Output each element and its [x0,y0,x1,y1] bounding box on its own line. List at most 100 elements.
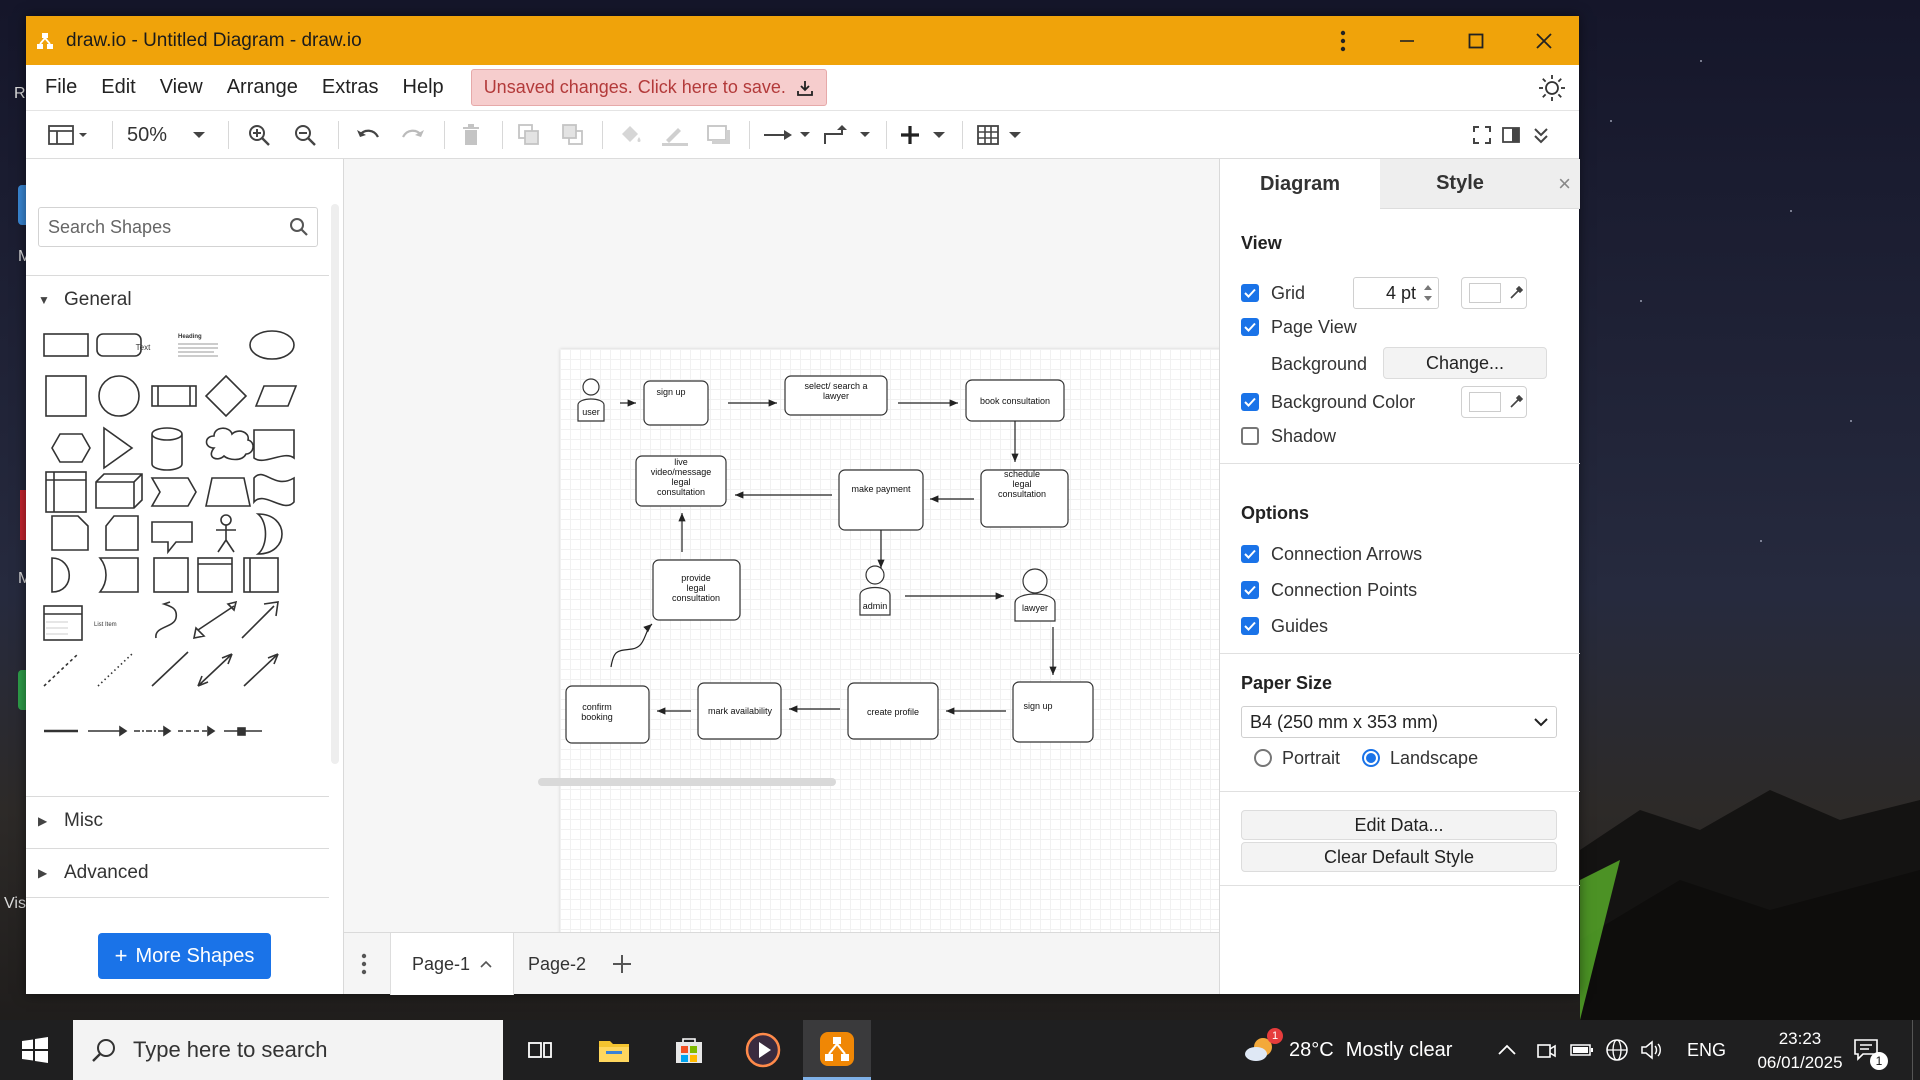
fill-color-button[interactable] [614,111,648,159]
clear-default-style-button[interactable]: Clear Default Style [1241,842,1557,872]
table-button[interactable] [974,111,1028,159]
section-advanced[interactable]: ▶ Advanced [26,848,329,896]
unsaved-changes-button[interactable]: Unsaved changes. Click here to save. [470,69,827,106]
page-view-checkbox[interactable]: Page View [1241,315,1357,339]
node-label: lawyer [823,391,849,401]
volume-control[interactable] [1640,1020,1664,1080]
node-sign-up-bottom[interactable] [1012,681,1094,743]
general-shapes-palette[interactable]: Text Heading List Item [38,326,318,766]
taskbar-search-box[interactable]: Type here to search [73,1020,503,1080]
guides-checkbox[interactable]: Guides [1241,614,1328,638]
drawio-taskbar-app[interactable] [803,1020,871,1080]
node-label: consultation [657,487,705,497]
spinner-icon[interactable] [1422,282,1434,304]
paper-size-select[interactable]: B4 (250 mm x 353 mm) [1241,706,1557,738]
add-page-button[interactable] [602,933,642,995]
diagram-page[interactable]: user sign up select/ search a lawyer boo… [560,349,1237,932]
redo-button[interactable] [396,111,430,159]
grid-size-input[interactable]: 4 pt [1353,277,1439,309]
line-color-button[interactable] [658,111,692,159]
grid-label: Grid [1271,282,1306,303]
menu-extras[interactable]: Extras [322,76,379,99]
edit-data-button[interactable]: Edit Data... [1241,810,1557,840]
network-indicator[interactable] [1605,1020,1629,1080]
flowchart-diagram[interactable]: user sign up select/ search a lawyer boo… [560,349,1237,932]
portrait-radio[interactable]: Portrait [1254,746,1340,770]
close-button[interactable] [1514,16,1574,65]
shadow-button[interactable] [702,111,736,159]
media-player-app[interactable] [729,1020,797,1080]
insert-button[interactable] [896,111,950,159]
landscape-radio[interactable]: Landscape [1362,746,1478,770]
tab-diagram[interactable]: Diagram [1220,159,1380,209]
format-panel-toggle-button[interactable] [1496,111,1526,159]
more-shapes-label: More Shapes [135,944,255,967]
delete-button[interactable] [454,111,488,159]
canvas-horizontal-scrollbar[interactable] [538,778,836,786]
taskbar-clock[interactable]: 23:23 06/01/2025 [1755,1027,1845,1075]
actor-lawyer[interactable] [1014,568,1056,622]
background-color-button[interactable] [1461,386,1527,418]
search-shapes-input[interactable]: Search Shapes [38,207,318,247]
chevron-up-icon[interactable] [480,960,492,968]
desktop-icon[interactable] [18,185,26,225]
plus-icon [901,126,945,144]
unsaved-changes-label: Unsaved changes. Click here to save. [483,77,786,97]
notifications-button[interactable]: 1 [1853,1020,1888,1080]
zoom-select[interactable]: 50% [124,111,214,159]
minimize-button[interactable] [1377,16,1437,65]
close-panel-icon[interactable]: × [1558,171,1571,197]
connection-arrows-checkbox[interactable]: Connection Arrows [1241,542,1422,566]
background-color-checkbox[interactable]: Background Color [1241,390,1415,414]
task-view-button[interactable] [506,1020,574,1080]
zoom-in-button[interactable] [242,111,276,159]
menu-edit[interactable]: Edit [101,76,135,99]
page-tab-1[interactable]: Page-1 [390,933,514,995]
shapes-panel: Search Shapes ▼ General Text Heading Lis… [26,159,344,994]
shadow-checkbox[interactable]: Shadow [1241,424,1336,448]
change-background-button[interactable]: Change... [1383,347,1547,379]
page-tab-2[interactable]: Page-2 [514,933,600,995]
file-explorer-app[interactable] [580,1020,648,1080]
battery-indicator[interactable] [1570,1020,1594,1080]
collapse-toolbar-button[interactable] [1526,111,1556,159]
input-language[interactable]: ENG [1687,1020,1726,1080]
tab-style[interactable]: Style [1380,159,1540,209]
waypoints-button[interactable] [820,111,874,159]
section-misc[interactable]: ▶ Misc [26,796,329,844]
shapes-panel-scrollbar[interactable] [331,204,339,764]
theme-toggle-sun-icon[interactable] [1537,73,1567,103]
panels-toggle-button[interactable] [42,111,94,159]
diagram-canvas[interactable]: user sign up select/ search a lawyer boo… [344,159,1237,932]
title-bar[interactable]: draw.io - Untitled Diagram - draw.io [26,16,1579,65]
start-button[interactable] [0,1020,70,1080]
grid-color-button[interactable] [1461,277,1527,309]
connection-style-button[interactable] [760,111,814,159]
maximize-button[interactable] [1446,16,1506,65]
grid-checkbox[interactable]: Grid [1241,281,1305,305]
menu-help[interactable]: Help [403,76,444,99]
meet-now-button[interactable] [1536,1020,1556,1080]
desktop-icon[interactable] [18,670,26,710]
show-hidden-icons-button[interactable] [1497,1020,1517,1080]
connection-points-checkbox[interactable]: Connection Points [1241,578,1417,602]
more-options-button[interactable] [1323,16,1363,65]
node-make-payment[interactable] [838,469,924,531]
to-back-button[interactable] [556,111,590,159]
drawio-logo-icon [820,1031,854,1066]
menu-view[interactable]: View [160,76,203,99]
undo-button[interactable] [351,111,385,159]
menu-arrange[interactable]: Arrange [227,76,298,99]
menu-file[interactable]: File [45,76,77,99]
more-shapes-button[interactable]: + More Shapes [98,933,271,979]
microsoft-store-app[interactable] [655,1020,723,1080]
section-general[interactable]: ▼ General [26,275,329,323]
pages-menu-button[interactable] [348,933,380,995]
fullscreen-button[interactable] [1465,111,1499,159]
to-front-button[interactable] [512,111,546,159]
weather-widget[interactable]: 1 28°C Mostly clear [1243,1020,1452,1080]
edge-confirm-provide[interactable] [610,623,653,668]
show-desktop-button[interactable] [1912,1020,1920,1080]
checkbox-checked-icon [1241,284,1259,302]
zoom-out-button[interactable] [288,111,322,159]
